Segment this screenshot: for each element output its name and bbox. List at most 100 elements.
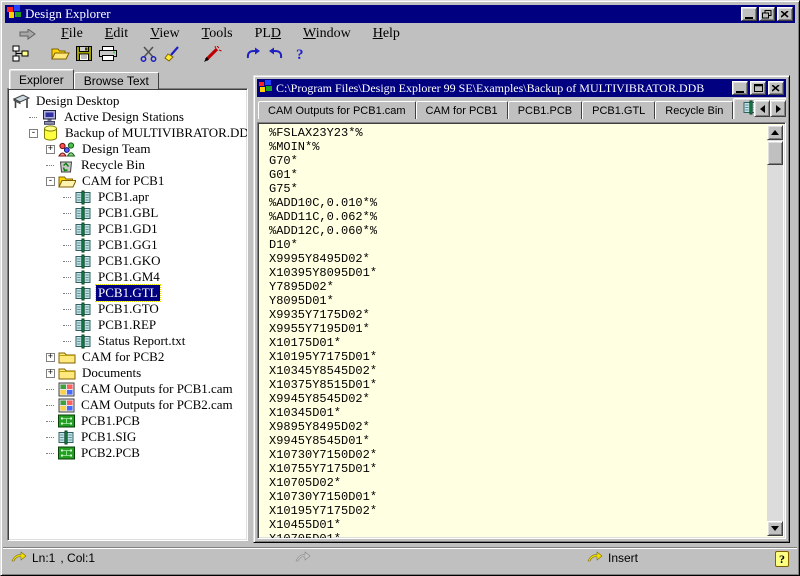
menu-help[interactable]: Help [362,26,411,42]
open-document-button[interactable] [48,45,72,67]
code-line: X10175D01* [269,336,765,350]
tree-item-pcb1-gm4[interactable]: PCB1.GM4 [8,269,247,285]
menu-tools[interactable]: Tools [191,26,244,42]
document-tab-cam-for-pcb1[interactable]: CAM for PCB1 [416,101,508,119]
document-tab-recycle-bin[interactable]: Recycle Bin [655,101,733,119]
tree-item-cam-outputs-for-pcb2-cam[interactable]: CAM Outputs for PCB2.cam [8,397,247,413]
tree-item-label: Active Design Stations [62,109,186,125]
title-bar: Design Explorer [5,5,795,23]
tree-item-label: Status Report.txt [96,333,187,349]
tab-scroll-right-button[interactable] [770,100,786,117]
expand-icon[interactable]: + [46,353,55,362]
app-icon [7,5,21,23]
scroll-up-button[interactable] [767,125,783,140]
tree-item-backup-of-multivibrator-ddb[interactable]: - Backup of MULTIVIBRATOR.DDB [8,125,247,141]
toolbar-buttons: ? [8,45,312,67]
tree-connector [63,309,71,310]
code-line: X10395Y8095D01* [269,266,765,280]
menu-view[interactable]: View [139,26,191,42]
undo-button[interactable] [240,45,264,67]
document-close-button[interactable] [768,81,784,95]
text-editor[interactable]: %FSLAX23Y23*%%MOIN*%G70*G01*G75*%ADD10C,… [257,122,786,539]
tree-connector [63,229,71,230]
tree-item-cam-outputs-for-pcb1-cam[interactable]: CAM Outputs for PCB1.cam [8,381,247,397]
editor-content[interactable]: %FSLAX23Y23*%%MOIN*%G70*G01*G75*%ADD10C,… [258,123,767,538]
expand-icon[interactable]: + [46,145,55,154]
wizard-button[interactable] [200,45,224,67]
save-button[interactable] [72,45,96,67]
menu-file[interactable]: File [50,26,94,42]
doc-icon [57,430,75,445]
document-tab-cam-outputs-for-pcb1-cam[interactable]: CAM Outputs for PCB1.cam [258,101,416,119]
tree-item-label: CAM for PCB2 [80,349,166,365]
collapse-icon[interactable]: - [29,129,38,138]
tab-label: Explorer [19,73,64,87]
cut-button[interactable] [136,45,160,67]
menu-edit[interactable]: Edit [94,26,139,42]
close-button[interactable] [777,7,793,21]
document-minimize-button[interactable] [732,81,748,95]
status-help-icon[interactable]: ? [775,551,789,567]
tree-item-label: PCB1.REP [96,317,158,333]
document-tab-pcb1-gtl[interactable]: PCB1.GTL [582,101,655,119]
tree-item-pcb1-gbl[interactable]: PCB1.GBL [8,205,247,221]
tree-item-pcb1-pcb[interactable]: PCB1.PCB [8,413,247,429]
menu-pld[interactable]: PLD [244,26,292,42]
code-line: X10345D01* [269,406,765,420]
tree-item-pcb1-sig[interactable]: PCB1.SIG [8,429,247,445]
tree-item-cam-for-pcb2[interactable]: + CAM for PCB2 [8,349,247,365]
tree-item-pcb1-gtl[interactable]: PCB1.GTL [8,285,247,301]
doc-icon [74,318,92,333]
tab-scroll-left-button[interactable] [754,100,770,117]
brush-icon [164,46,181,67]
vertical-scrollbar[interactable] [767,125,783,536]
doc-icon [74,222,92,237]
code-line: G75* [269,182,765,196]
tree-connector [46,165,54,166]
restore-button[interactable] [759,7,775,21]
pcb-icon [57,446,75,460]
document-tab-pcb1-pcb[interactable]: PCB1.PCB [508,101,582,119]
document-maximize-button[interactable] [750,81,766,95]
tree-item-label: Design Team [80,141,153,157]
help-button[interactable]: ? [288,45,312,67]
design-manager-button[interactable] [8,45,32,67]
tab-browse-text[interactable]: Browse Text [74,72,159,89]
code-line: %ADD11C,0.062*% [269,210,765,224]
redo-button[interactable] [264,45,288,67]
tree-item-design-team[interactable]: + Design Team [8,141,247,157]
tree-item-pcb1-gg1[interactable]: PCB1.GG1 [8,237,247,253]
tree-item-active-design-stations[interactable]: Active Design Stations [8,109,247,125]
tree-item-pcb1-rep[interactable]: PCB1.REP [8,317,247,333]
tree-item-cam-for-pcb1[interactable]: -CAM for PCB1 [8,173,247,189]
cam-icon [57,382,75,397]
tree-item-pcb1-apr[interactable]: PCB1.apr [8,189,247,205]
code-line: X10705D01* [269,532,765,538]
database-icon [41,125,59,141]
tree-connector [63,277,71,278]
tab-explorer[interactable]: Explorer [9,69,74,89]
code-line: %ADD10C,0.010*% [269,196,765,210]
code-line: X10705D02* [269,476,765,490]
collapse-icon[interactable]: - [46,177,55,186]
svg-text:?: ? [296,47,304,62]
minimize-button[interactable] [741,7,757,21]
tree-item-status-report-txt[interactable]: Status Report.txt [8,333,247,349]
tree-item-label: Backup of MULTIVIBRATOR.DDB [63,125,248,141]
menu-window[interactable]: Window [292,26,362,42]
tree-item-pcb1-gto[interactable]: PCB1.GTO [8,301,247,317]
scrollbar-thumb[interactable] [767,141,783,165]
tree-item-pcb2-pcb[interactable]: PCB2.PCB [8,445,247,461]
menu-arrow-icon[interactable] [19,29,36,40]
print-button[interactable] [96,45,120,67]
code-line: G70* [269,154,765,168]
expand-icon[interactable]: + [46,369,55,378]
scroll-down-button[interactable] [767,521,783,536]
tree-item-label: Recycle Bin [79,157,147,173]
tree-item-pcb1-gko[interactable]: PCB1.GKO [8,253,247,269]
paste-button[interactable] [160,45,184,67]
tree-item-pcb1-gd1[interactable]: PCB1.GD1 [8,221,247,237]
tree-item-documents[interactable]: +Documents [8,365,247,381]
tree-item-design-desktop[interactable]: Design Desktop [8,93,247,109]
tree-item-recycle-bin[interactable]: Recycle Bin [8,157,247,173]
